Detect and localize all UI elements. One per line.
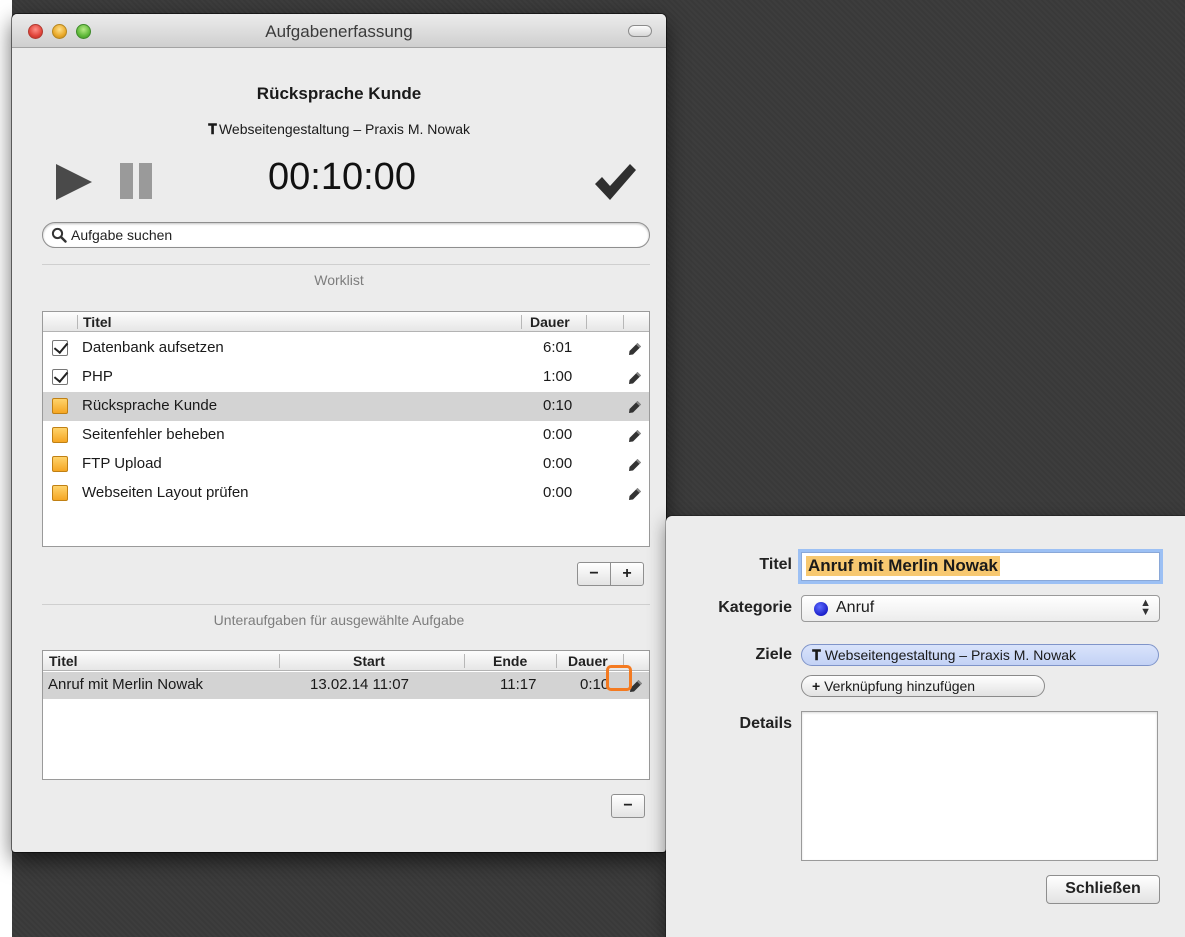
title-bar[interactable]: Aufgabenerfassung bbox=[12, 14, 666, 48]
todo-checkbox[interactable] bbox=[52, 427, 68, 443]
column-start[interactable]: Start bbox=[353, 652, 385, 670]
worklist-separator bbox=[42, 264, 650, 265]
task-duration: 0:00 bbox=[543, 455, 573, 472]
subtasks-table[interactable]: Titel Start Ende Dauer Anruf mit Merlin … bbox=[42, 650, 650, 780]
task-title: FTP Upload bbox=[82, 455, 162, 472]
subtasks-separator bbox=[42, 604, 650, 605]
goal-token-label: Webseitengestaltung – Praxis M. Nowak bbox=[824, 647, 1076, 663]
search-icon bbox=[51, 227, 67, 243]
edit-pencil-icon[interactable] bbox=[628, 342, 642, 356]
edit-pencil-icon[interactable] bbox=[628, 371, 642, 385]
task-duration: 0:10 bbox=[543, 397, 573, 414]
subtask-start: 13.02.14 11:07 bbox=[310, 676, 409, 693]
column-end[interactable]: Ende bbox=[493, 652, 527, 670]
worklist-heading: Worklist bbox=[314, 272, 364, 288]
task-title: Webseiten Layout prüfen bbox=[82, 484, 249, 501]
category-label: Kategorie bbox=[718, 599, 792, 616]
goals-label: Ziele bbox=[755, 646, 792, 663]
subtask-end: 11:17 bbox=[500, 676, 537, 693]
category-select[interactable]: Anruf ▲ ▼ bbox=[801, 595, 1160, 622]
worklist-header: Titel Dauer bbox=[43, 312, 649, 332]
subtasks-heading: Unteraufgaben für ausgewählte Aufgabe bbox=[213, 612, 465, 628]
task-duration: 1:00 bbox=[543, 368, 573, 385]
current-project-label: Webseitengestaltung – Praxis M. Nowak bbox=[218, 121, 471, 137]
plus-icon: + bbox=[812, 678, 825, 694]
task-tracking-window: Aufgabenerfassung Rücksprache Kunde 𝐓 Web… bbox=[12, 14, 666, 852]
goal-token[interactable]: 𝐓 Webseitengestaltung – Praxis M. Nowak bbox=[801, 644, 1159, 666]
popover-arrow bbox=[650, 714, 667, 746]
task-duration: 6:01 bbox=[543, 339, 573, 356]
column-title[interactable]: Titel bbox=[49, 652, 78, 670]
subtask-duration: 0:10 bbox=[580, 676, 610, 693]
pin-icon: 𝐓 bbox=[207, 121, 217, 137]
remove-task-button[interactable]: − bbox=[577, 562, 611, 586]
subtask-title-field[interactable]: Anruf mit Merlin Nowak bbox=[801, 552, 1160, 581]
todo-checkbox[interactable] bbox=[52, 398, 68, 414]
worklist-table[interactable]: Titel Dauer Datenbank aufsetzen 6:01 PHP 1:… bbox=[42, 311, 650, 547]
task-title: PHP bbox=[82, 368, 113, 385]
worklist-row[interactable]: Datenbank aufsetzen 6:01 bbox=[43, 334, 649, 363]
todo-checkbox[interactable] bbox=[52, 456, 68, 472]
worklist-row[interactable]: Rücksprache Kunde 0:10 bbox=[43, 392, 649, 421]
current-task-title: Rücksprache Kunde bbox=[256, 84, 422, 103]
search-input[interactable] bbox=[71, 225, 641, 245]
task-duration: 0:00 bbox=[543, 426, 573, 443]
done-checkbox[interactable] bbox=[52, 340, 68, 356]
todo-checkbox[interactable] bbox=[52, 485, 68, 501]
subtask-title-value: Anruf mit Merlin Nowak bbox=[806, 556, 1000, 576]
edit-pencil-icon[interactable] bbox=[628, 487, 642, 501]
pause-button[interactable] bbox=[118, 162, 154, 200]
details-label: Details bbox=[739, 715, 792, 732]
play-icon bbox=[56, 164, 92, 200]
category-color-icon bbox=[814, 602, 828, 616]
pin-icon: 𝐓 bbox=[812, 647, 825, 663]
subtasks-header: Titel Start Ende Dauer bbox=[43, 651, 649, 671]
task-search[interactable] bbox=[42, 222, 650, 248]
subtask-row[interactable]: Anruf mit Merlin Nowak 13.02.14 11:07 11… bbox=[43, 672, 649, 699]
task-title: Datenbank aufsetzen bbox=[82, 339, 224, 356]
done-checkbox[interactable] bbox=[52, 369, 68, 385]
category-value: Anruf bbox=[836, 599, 875, 616]
details-textarea[interactable] bbox=[801, 711, 1158, 861]
task-title: Rücksprache Kunde bbox=[82, 397, 218, 414]
checkmark-icon bbox=[595, 164, 636, 200]
column-duration[interactable]: Dauer bbox=[530, 313, 570, 331]
pause-icon bbox=[120, 163, 133, 199]
subtask-title: Anruf mit Merlin Nowak bbox=[48, 676, 204, 693]
task-duration: 0:00 bbox=[543, 484, 573, 501]
worklist-row[interactable]: FTP Upload 0:00 bbox=[43, 450, 649, 479]
add-task-button[interactable]: + bbox=[610, 562, 644, 586]
edit-pencil-icon[interactable] bbox=[628, 429, 642, 443]
play-button[interactable] bbox=[54, 162, 94, 202]
timer-display: 00:10:00 bbox=[268, 156, 416, 198]
add-link-button[interactable]: + Verknüpfung hinzufügen bbox=[801, 675, 1045, 697]
worklist-row[interactable]: Webseiten Layout prüfen 0:00 bbox=[43, 479, 649, 508]
close-button[interactable]: Schließen bbox=[1046, 875, 1160, 904]
title-label: Titel bbox=[759, 556, 792, 573]
edit-pencil-icon[interactable] bbox=[628, 458, 642, 472]
remove-subtask-button[interactable]: − bbox=[611, 794, 645, 818]
current-project: 𝐓 Webseitengestaltung – Praxis M. Nowak bbox=[12, 121, 666, 138]
complete-task-button[interactable] bbox=[592, 162, 638, 202]
worklist-row[interactable]: PHP 1:00 bbox=[43, 363, 649, 392]
window-title: Aufgabenerfassung bbox=[265, 22, 413, 41]
desktop-edge bbox=[0, 0, 12, 937]
edit-subtask-highlight bbox=[606, 665, 632, 691]
edit-pencil-icon[interactable] bbox=[628, 400, 642, 414]
updown-arrows-icon: ▲ ▼ bbox=[1140, 597, 1151, 618]
task-title: Seitenfehler beheben bbox=[82, 426, 225, 443]
add-link-label: Verknüpfung hinzufügen bbox=[824, 678, 976, 694]
worklist-row[interactable]: Seitenfehler beheben 0:00 bbox=[43, 421, 649, 450]
toolbar-toggle-button[interactable] bbox=[628, 25, 652, 37]
column-title[interactable]: Titel bbox=[83, 313, 112, 331]
column-duration[interactable]: Dauer bbox=[568, 652, 608, 670]
subtask-editor-popover: Titel Anruf mit Merlin Nowak Kategorie A… bbox=[666, 516, 1185, 937]
